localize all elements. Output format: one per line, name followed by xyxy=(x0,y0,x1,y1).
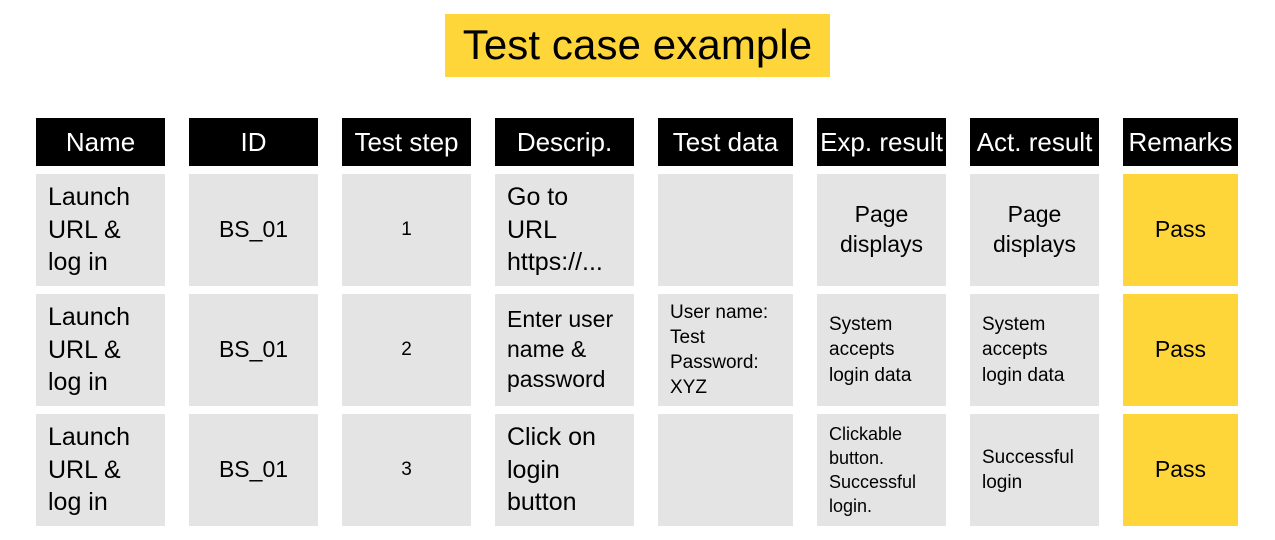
cell-id: BS_01 xyxy=(189,174,318,286)
cell-id-text: BS_01 xyxy=(218,216,289,243)
cell-test-step: 2 xyxy=(342,294,471,406)
column-header-test-step: Test step xyxy=(342,118,471,166)
column-header-test-data: Test data xyxy=(658,118,793,166)
cell-description-text: Click on login button xyxy=(507,423,596,517)
cell-actual-result-text: Successful login xyxy=(982,446,1074,493)
cell-actual-result: Page displays xyxy=(970,174,1099,286)
cell-test-step-text: 3 xyxy=(401,458,412,480)
cell-actual-result-text: Page displays xyxy=(992,201,1077,257)
column-header-id: ID xyxy=(189,118,318,166)
cell-actual-result: System accepts login data xyxy=(970,294,1099,406)
cell-remarks-text: Pass xyxy=(1154,336,1207,363)
cell-remarks-status-badge: Pass xyxy=(1123,414,1238,526)
column-header-act-result: Act. result xyxy=(970,118,1099,166)
cell-id: BS_01 xyxy=(189,414,318,526)
cell-remarks-status-badge: Pass xyxy=(1123,294,1238,406)
page-title-container: Test case example xyxy=(0,14,1275,78)
cell-test-data-text: User name: Test Password: XYZ xyxy=(670,301,769,399)
cell-name-text: Launch URL & log in xyxy=(48,303,131,397)
cell-test-data xyxy=(658,414,793,526)
cell-name: Launch URL & log in xyxy=(36,294,165,406)
cell-remarks-text: Pass xyxy=(1154,216,1207,243)
cell-id: BS_01 xyxy=(189,294,318,406)
cell-name: Launch URL & log in xyxy=(36,414,165,526)
cell-description: Enter user name & password xyxy=(495,294,634,406)
cell-remarks-status-badge: Pass xyxy=(1123,174,1238,286)
cell-expected-result-text: Clickable button. Successful login. xyxy=(829,423,917,517)
cell-description-text: Go to URL https://... xyxy=(507,183,603,277)
cell-actual-result: Successful login xyxy=(970,414,1099,526)
table-row: Launch URL & log in BS_01 2 Enter user n… xyxy=(36,294,1238,406)
cell-expected-result-text: System accepts login data xyxy=(829,314,912,386)
cell-test-data: User name: Test Password: XYZ xyxy=(658,294,793,406)
cell-test-step-text: 1 xyxy=(401,218,412,240)
cell-name-text: Launch URL & log in xyxy=(48,183,131,277)
column-header-exp-result: Exp. result xyxy=(817,118,946,166)
cell-description-text: Enter user name & password xyxy=(507,306,614,392)
cell-description: Click on login button xyxy=(495,414,634,526)
cell-id-text: BS_01 xyxy=(218,456,289,483)
table-header-row: Name ID Test step Descrip. Test data Exp… xyxy=(36,118,1238,166)
cell-description: Go to URL https://... xyxy=(495,174,634,286)
column-header-descrip: Descrip. xyxy=(495,118,634,166)
cell-expected-result-text: Page displays xyxy=(839,201,924,257)
cell-name-text: Launch URL & log in xyxy=(48,423,131,517)
cell-expected-result: Clickable button. Successful login. xyxy=(817,414,946,526)
test-case-table-page: Test case example Name ID Test step Desc… xyxy=(0,0,1275,540)
table-row: Launch URL & log in BS_01 3 Click on log… xyxy=(36,414,1238,526)
page-title: Test case example xyxy=(444,14,831,78)
table-row: Launch URL & log in BS_01 1 Go to URL ht… xyxy=(36,174,1238,286)
cell-test-step: 1 xyxy=(342,174,471,286)
test-case-table: Name ID Test step Descrip. Test data Exp… xyxy=(36,118,1238,526)
cell-name: Launch URL & log in xyxy=(36,174,165,286)
cell-test-data xyxy=(658,174,793,286)
column-header-name: Name xyxy=(36,118,165,166)
cell-test-step: 3 xyxy=(342,414,471,526)
column-header-remarks: Remarks xyxy=(1123,118,1238,166)
cell-actual-result-text: System accepts login data xyxy=(982,314,1065,386)
cell-test-step-text: 2 xyxy=(401,338,412,360)
cell-id-text: BS_01 xyxy=(218,336,289,363)
cell-expected-result: Page displays xyxy=(817,174,946,286)
cell-remarks-text: Pass xyxy=(1154,456,1207,483)
cell-expected-result: System accepts login data xyxy=(817,294,946,406)
